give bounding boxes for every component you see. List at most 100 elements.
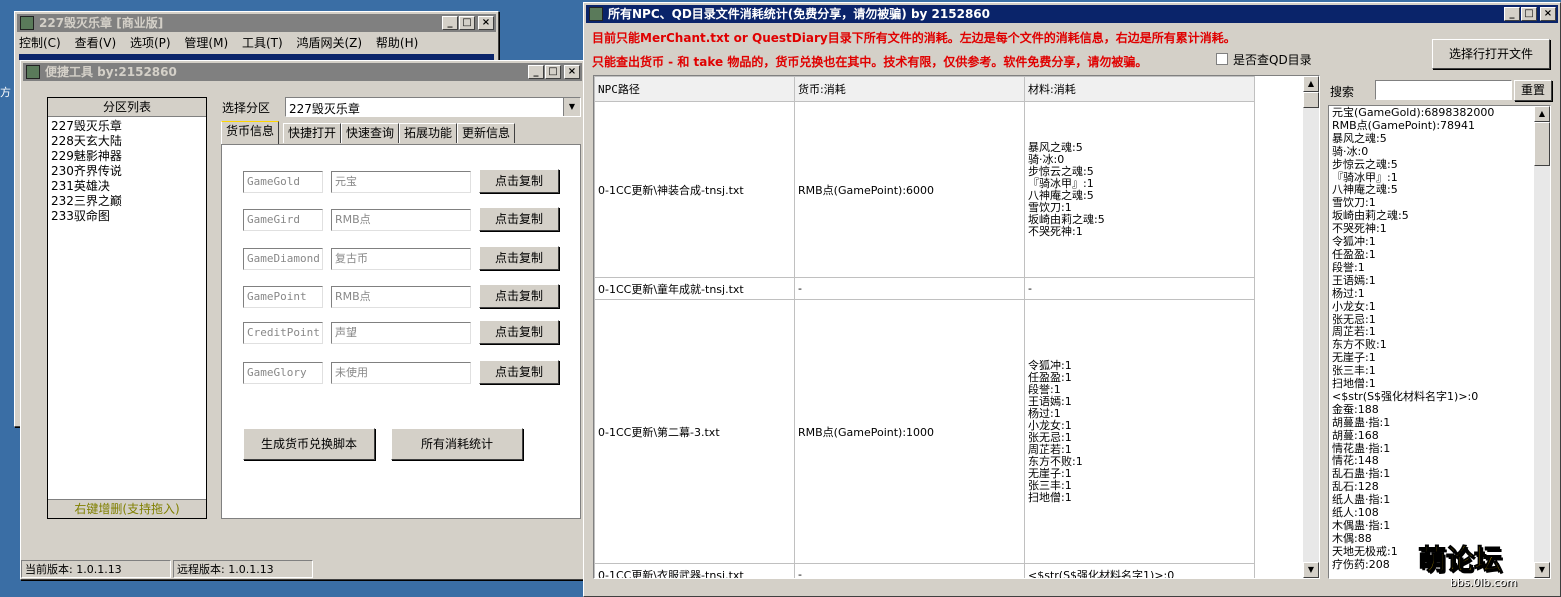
menu-view[interactable]: 查看(V) xyxy=(75,36,117,50)
table-scrollbar[interactable]: ▲ ▼ xyxy=(1303,76,1319,578)
partition-select[interactable]: 227毁灭乐章 ▼ xyxy=(285,97,581,117)
currency-code-field[interactable]: GameDiamond xyxy=(243,248,323,270)
totals-items: 元宝(GameGold):6898382000 RMB点(GamePoint):… xyxy=(1329,106,1534,572)
scroll-thumb[interactable] xyxy=(1534,122,1550,166)
generate-exchange-script-button[interactable]: 生成货币兑换脚本 xyxy=(243,428,375,460)
list-item[interactable]: 杨过:1 xyxy=(1329,287,1534,301)
list-item[interactable]: 任盈盈:1 xyxy=(1329,248,1534,262)
table-row[interactable]: 0-1CC更新\神装合成-tnsj.txt RMB点(GamePoint):60… xyxy=(594,101,1255,278)
list-item[interactable]: 扫地僧:1 xyxy=(1329,377,1534,391)
partition-list[interactable]: 分区列表 227毁灭乐章 228天玄大陆 229魅影神器 230齐界传说 231… xyxy=(47,97,207,519)
currency-code-field[interactable]: GameGird xyxy=(243,209,323,231)
qd-checkbox[interactable] xyxy=(1216,53,1228,65)
consumption-table[interactable]: NPC路径 货币:消耗 材料:消耗 0-1CC更新\神装合成-tnsj.txt … xyxy=(593,75,1320,579)
all-consumption-stats-button[interactable]: 所有消耗统计 xyxy=(391,428,523,460)
copy-button[interactable]: 点击复制 xyxy=(479,169,559,193)
close-button[interactable]: × xyxy=(1540,7,1556,21)
currency-name-field[interactable]: RMB点 xyxy=(331,209,471,231)
main-app-titlebar[interactable]: 227毁灭乐章 [商业版] _ □ × xyxy=(17,14,496,32)
minimize-button[interactable]: _ xyxy=(442,16,458,30)
list-item[interactable]: <$str(S$强化材料名字1)>:0 xyxy=(1329,390,1534,404)
currency-name-field[interactable]: RMB点 xyxy=(331,286,471,308)
partition-item[interactable]: 231英雄决 xyxy=(48,179,206,194)
tab-strip: 货币信息 快捷打开 快速查询 拓展功能 更新信息 xyxy=(221,121,581,145)
currency-code-field[interactable]: GamePoint xyxy=(243,286,323,308)
list-item[interactable]: 元宝(GameGold):6898382000 xyxy=(1329,106,1534,120)
currency-name-field[interactable]: 元宝 xyxy=(331,171,471,193)
menu-tools[interactable]: 工具(T) xyxy=(242,36,283,50)
copy-button[interactable]: 点击复制 xyxy=(479,360,559,384)
col-header-path[interactable]: NPC路径 xyxy=(594,76,795,102)
tool-titlebar[interactable]: 便捷工具 by:2152860 _ □ × xyxy=(23,63,582,81)
list-item[interactable]: 木偶蛊·指:1 xyxy=(1329,519,1534,533)
close-button[interactable]: × xyxy=(478,16,494,30)
table-header-row: NPC路径 货币:消耗 材料:消耗 xyxy=(594,76,1255,102)
cell-currency: RMB点(GamePoint):1000 xyxy=(794,299,1025,564)
main-app-title: 227毁灭乐章 [商业版] xyxy=(39,16,164,30)
tab-extensions[interactable]: 拓展功能 xyxy=(399,123,458,143)
minimize-button[interactable]: _ xyxy=(1504,7,1520,21)
totals-list[interactable]: 元宝(GameGold):6898382000 RMB点(GamePoint):… xyxy=(1328,105,1551,579)
menu-manage[interactable]: 管理(M) xyxy=(184,36,228,50)
tab-currency-info[interactable]: 货币信息 xyxy=(221,121,280,144)
list-item[interactable]: 步惊云之魂:5 xyxy=(1329,158,1534,172)
currency-name-field[interactable]: 声望 xyxy=(331,322,471,344)
partition-item[interactable]: 230齐界传说 xyxy=(48,164,206,179)
stats-titlebar[interactable]: 所有NPC、QD目录文件消耗统计(免费分享，请勿被骗) by 2152860 _… xyxy=(586,5,1558,23)
copy-button[interactable]: 点击复制 xyxy=(479,246,559,270)
list-item[interactable]: 胡蔓蛊·指:1 xyxy=(1329,416,1534,430)
list-item[interactable]: 骑·冰:0 xyxy=(1329,145,1534,159)
reset-button[interactable]: 重置 xyxy=(1514,80,1552,101)
partition-item[interactable]: 232三界之巅 xyxy=(48,194,206,209)
menu-help[interactable]: 帮助(H) xyxy=(376,36,418,50)
menu-options[interactable]: 选项(P) xyxy=(130,36,171,50)
currency-code-field[interactable]: GameGold xyxy=(243,171,323,193)
chevron-down-icon[interactable]: ▼ xyxy=(563,98,580,116)
list-item[interactable]: 暴风之魂:5 xyxy=(1329,132,1534,146)
table-row[interactable]: 0-1CC更新\衣服武器-tnsj.txt - <$str(S$强化材料名字1)… xyxy=(594,563,1255,578)
open-selected-file-button[interactable]: 选择行打开文件 xyxy=(1432,39,1550,69)
list-item[interactable]: RMB点(GamePoint):78941 xyxy=(1329,119,1534,133)
maximize-button[interactable]: □ xyxy=(545,65,561,79)
cell-materials: <$str(S$强化材料名字1)>:0 xyxy=(1024,563,1255,578)
list-item[interactable]: 段誉:1 xyxy=(1329,261,1534,275)
currency-name-field[interactable]: 未使用 xyxy=(331,362,471,384)
tab-update-info[interactable]: 更新信息 xyxy=(457,123,516,143)
cell-currency: - xyxy=(794,277,1025,300)
currency-code-field[interactable]: CreditPoint xyxy=(243,322,323,344)
scroll-up-arrow[interactable]: ▲ xyxy=(1534,106,1550,122)
table-row[interactable]: 0-1CC更新\童年成就-tnsj.txt - - xyxy=(594,277,1255,300)
minimize-button[interactable]: _ xyxy=(528,65,544,79)
col-header-currency[interactable]: 货币:消耗 xyxy=(794,76,1025,102)
list-item[interactable]: 金蚕:188 xyxy=(1329,403,1534,417)
menu-control[interactable]: 控制(C) xyxy=(19,36,61,50)
app-icon xyxy=(20,16,34,30)
partition-item[interactable]: 229魅影神器 xyxy=(48,149,206,164)
maximize-button[interactable]: □ xyxy=(1521,7,1537,21)
partition-item[interactable]: 233驭命图 xyxy=(48,209,206,224)
select-partition-label: 选择分区 xyxy=(222,101,271,115)
currency-name-field[interactable]: 复古币 xyxy=(331,248,471,270)
search-input[interactable] xyxy=(1375,80,1512,100)
partition-item[interactable]: 228天玄大陆 xyxy=(48,134,206,149)
menu-gateway[interactable]: 鸿盾网关(Z) xyxy=(297,36,363,50)
list-item[interactable]: 胡蔓:168 xyxy=(1329,429,1534,443)
tab-quick-open[interactable]: 快捷打开 xyxy=(283,123,342,143)
maximize-button[interactable]: □ xyxy=(459,16,475,30)
copy-button[interactable]: 点击复制 xyxy=(479,284,559,308)
tab-quick-query[interactable]: 快速查询 xyxy=(341,123,400,143)
scroll-down-arrow[interactable]: ▼ xyxy=(1303,562,1319,578)
cell-path: 0-1CC更新\神装合成-tnsj.txt xyxy=(594,101,795,278)
partition-item[interactable]: 227毁灭乐章 xyxy=(48,119,206,134)
list-item[interactable]: 小龙女:1 xyxy=(1329,300,1534,314)
close-button[interactable]: × xyxy=(564,65,580,79)
scroll-up-arrow[interactable]: ▲ xyxy=(1303,76,1319,92)
table-row[interactable]: 0-1CC更新\第二幕-3.txt RMB点(GamePoint):1000 令… xyxy=(594,299,1255,564)
copy-button[interactable]: 点击复制 xyxy=(479,320,559,344)
col-header-materials[interactable]: 材料:消耗 xyxy=(1024,76,1255,102)
totals-scrollbar[interactable]: ▲ ▼ xyxy=(1534,106,1550,578)
copy-button[interactable]: 点击复制 xyxy=(479,207,559,231)
list-item[interactable]: 王语嫣:1 xyxy=(1329,274,1534,288)
scroll-thumb[interactable] xyxy=(1303,92,1319,108)
currency-code-field[interactable]: GameGlory xyxy=(243,362,323,384)
